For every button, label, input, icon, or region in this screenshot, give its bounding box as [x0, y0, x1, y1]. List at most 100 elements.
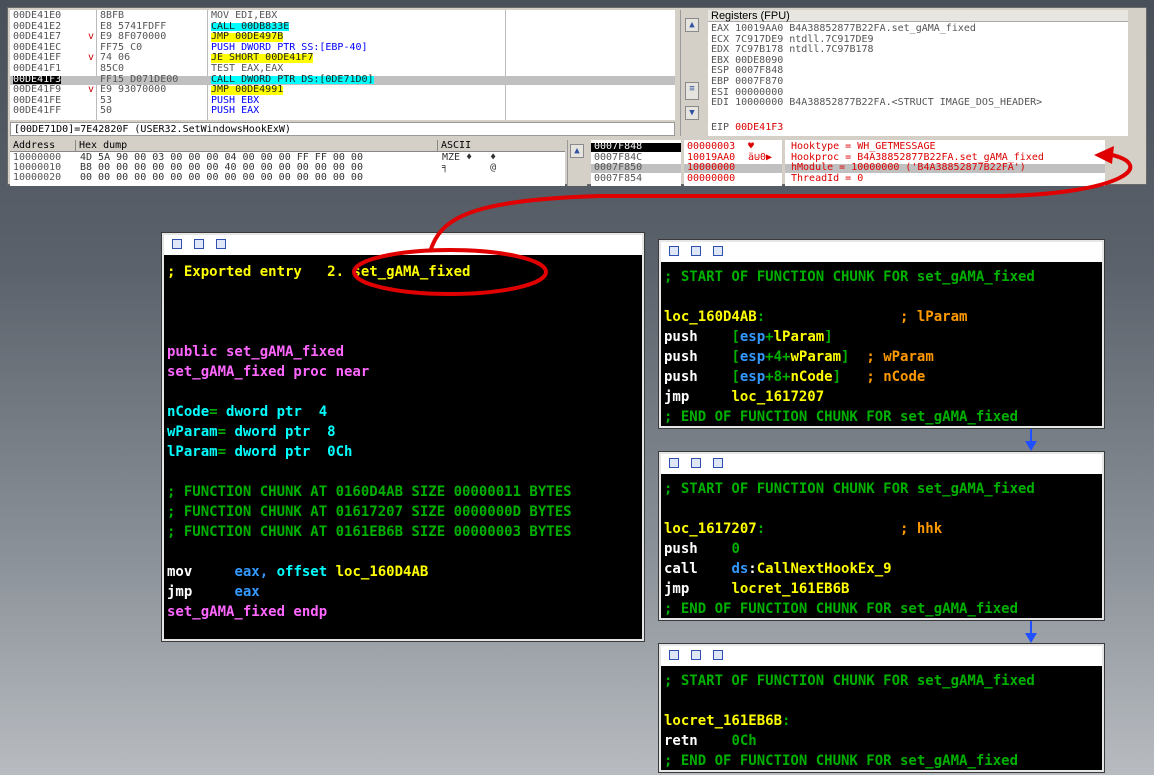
stack-address[interactable]: 0007F848: [591, 142, 681, 152]
register-row[interactable]: EDX 7C97B178 ntdll.7C97B178: [708, 45, 1128, 55]
ida-main-function-block[interactable]: ; Exported entry 2. set_gAMA_fixedpublic…: [161, 232, 645, 642]
disasm-instruction: PUSH EBX: [211, 94, 260, 106]
hexdump-col-hex[interactable]: Hex dump: [76, 140, 438, 152]
code-line[interactable]: ; FUNCTION CHUNK AT 01617207 SIZE 000000…: [167, 502, 572, 522]
graph-group-icon[interactable]: [713, 650, 723, 660]
code-line[interactable]: ; END OF FUNCTION CHUNK FOR set_gAMA_fix…: [664, 599, 1018, 619]
stack-value[interactable]: 00000000: [684, 174, 782, 184]
stack-comment-column[interactable]: Hooktype = WH_GETMESSAGE Hookproc = B4A38…: [785, 140, 1105, 186]
scroll-down-icon[interactable]: ▼: [685, 106, 699, 120]
graph-zoom-icon[interactable]: [194, 239, 204, 249]
graph-color-icon[interactable]: [172, 239, 182, 249]
graph-color-icon[interactable]: [669, 650, 679, 660]
code-line[interactable]: jmp loc_1617207: [664, 387, 824, 407]
registers-pane[interactable]: Registers (FPU) EAX 10019AA0 B4A38852877…: [708, 10, 1128, 136]
code-token: set_gAMA_fixed endp: [167, 604, 328, 620]
code-token: ; FUNCTION CHUNK AT 0160D4AB SIZE 000000…: [167, 484, 572, 500]
hexdump-scrollbar[interactable]: ▲: [567, 140, 587, 186]
disasm-address: 00DE41FE: [13, 94, 62, 106]
graph-color-icon[interactable]: [669, 246, 679, 256]
ida-chunk-block-2[interactable]: ; START OF FUNCTION CHUNK FOR set_gAMA_f…: [658, 451, 1105, 621]
register-eip-row[interactable]: EIP 00DE41F3: [708, 123, 1128, 133]
stack-value-column[interactable]: 00000003 ♥ 10019AA0 ä⊍0▶ 10000000 00000000: [684, 140, 782, 186]
stack-comment[interactable]: ThreadId = 0: [785, 173, 1105, 184]
code-line[interactable]: loc_1617207: ; hhk: [664, 519, 942, 539]
code-line[interactable]: ; START OF FUNCTION CHUNK FOR set_gAMA_f…: [664, 671, 1035, 691]
disasm-row[interactable]: 00DE41FF 50 PUSH EAX: [10, 105, 675, 117]
code-token: ; lParam: [900, 309, 968, 325]
code-line[interactable]: ; START OF FUNCTION CHUNK FOR set_gAMA_f…: [664, 267, 1035, 287]
code-token: 0: [731, 541, 740, 557]
disasm-scrollbar[interactable]: ▲ ≡ ▼: [680, 10, 702, 136]
code-line[interactable]: wParam= dword ptr 8: [167, 422, 336, 442]
scroll-up-icon[interactable]: ▲: [685, 18, 699, 32]
code-line[interactable]: public set_gAMA_fixed: [167, 342, 344, 362]
code-line[interactable]: call ds:CallNextHookEx_9: [664, 559, 892, 579]
stack-address[interactable]: 0007F850: [591, 163, 681, 174]
code-line[interactable]: ; FUNCTION CHUNK AT 0160D4AB SIZE 000000…: [167, 482, 572, 502]
disasm-row[interactable]: 00DE41E7 v E9 8F070000 JMP 00DE497B: [10, 32, 675, 42]
graph-group-icon[interactable]: [713, 246, 723, 256]
disasm-address: 00DE41F9: [13, 84, 62, 96]
stack-address[interactable]: 0007F854: [591, 173, 681, 184]
code-line[interactable]: push [esp+4+wParam] ; wParam: [664, 347, 934, 367]
stack-value-text: 10019AA0: [687, 151, 736, 163]
scroll-thumb[interactable]: ≡: [685, 82, 699, 100]
code-line[interactable]: ; START OF FUNCTION CHUNK FOR set_gAMA_f…: [664, 479, 1035, 499]
disasm-row[interactable]: 00DE41E0 8BFB MOV EDI,EBX: [10, 11, 675, 21]
code-token: esp: [739, 329, 766, 345]
code-token: push: [664, 349, 732, 365]
code-line[interactable]: locret_161EB6B:: [664, 711, 790, 731]
ida-chunk-block-3[interactable]: ; START OF FUNCTION CHUNK FOR set_gAMA_f…: [658, 643, 1105, 773]
code-line[interactable]: jmp locret_161EB6B: [664, 579, 849, 599]
scroll-up-icon[interactable]: ▲: [570, 144, 584, 158]
hexdump-row[interactable]: 10000020 00 00 00 00 00 00 00 00 00 00 00…: [10, 173, 565, 183]
code-line[interactable]: nCode= dword ptr 4: [167, 402, 327, 422]
graph-zoom-icon[interactable]: [691, 246, 701, 256]
code-line[interactable]: push 0: [664, 539, 740, 559]
graph-group-icon[interactable]: [713, 458, 723, 468]
graph-color-icon[interactable]: [669, 458, 679, 468]
code-token: dword ptr 0Ch: [234, 444, 353, 460]
stack-value[interactable]: 00000003 ♥: [684, 142, 782, 152]
code-line[interactable]: ; FUNCTION CHUNK AT 0161EB6B SIZE 000000…: [167, 522, 572, 542]
ida-chunk-block-1[interactable]: ; START OF FUNCTION CHUNK FOR set_gAMA_f…: [658, 239, 1105, 429]
hexdump-pane[interactable]: Address Hex dump ASCII 10000000 4D 5A 90 …: [10, 140, 565, 186]
code-line[interactable]: loc_160D4AB: ; lParam: [664, 307, 967, 327]
code-line[interactable]: push [esp+8+nCode] ; nCode: [664, 367, 925, 387]
disasm-row[interactable]: 00DE41F1 85C0 TEST EAX,EAX: [10, 63, 675, 74]
code-line[interactable]: retn 0Ch: [664, 731, 757, 751]
code-line[interactable]: ; Exported entry 2. set_gAMA_fixed: [167, 262, 470, 282]
code-line[interactable]: jmp eax: [167, 582, 260, 602]
stack-comment[interactable]: Hooktype = WH_GETMESSAGE: [785, 142, 1105, 152]
code-line[interactable]: push [esp+lParam]: [664, 327, 833, 347]
graph-zoom-icon[interactable]: [691, 458, 701, 468]
register-row[interactable]: EAX 10019AA0 B4A38852877B22FA.set_gAMA_f…: [708, 24, 1128, 34]
block-toolbar: [661, 242, 1102, 262]
code-line[interactable]: ; END OF FUNCTION CHUNK FOR set_gAMA_fix…: [664, 407, 1018, 427]
code-token: :: [782, 713, 791, 729]
stack-comment[interactable]: hModule = 10000000 ('B4A38852877B22FA'): [785, 163, 1105, 174]
hexdump-col-address[interactable]: Address: [10, 140, 76, 152]
code-line[interactable]: mov eax, offset loc_160D4AB: [167, 562, 428, 582]
code-line[interactable]: ; END OF FUNCTION CHUNK FOR set_gAMA_fix…: [664, 751, 1018, 771]
register-row[interactable]: EBP 0007F870: [708, 77, 1128, 87]
code-line[interactable]: set_gAMA_fixed proc near: [167, 362, 369, 382]
graph-zoom-icon[interactable]: [691, 650, 701, 660]
code-token: esp: [739, 369, 766, 385]
code-token: push: [664, 369, 732, 385]
graph-group-icon[interactable]: [216, 239, 226, 249]
code-line[interactable]: set_gAMA_fixed endp: [167, 602, 327, 622]
register-row[interactable]: EDI 10000000 B4A38852877B22FA.<STRUCT IM…: [708, 98, 1128, 108]
stack-address-column[interactable]: 0007F848 0007F84C 0007F850 0007F854: [591, 140, 681, 186]
code-token: retn: [664, 733, 732, 749]
code-token: +8+: [765, 369, 791, 385]
stack-value[interactable]: 10000000: [684, 163, 782, 174]
chunk3-code: ; START OF FUNCTION CHUNK FOR set_gAMA_f…: [664, 671, 1103, 771]
disasm-bytes: 85C0: [100, 63, 125, 74]
disasm-address: 00DE41FF: [13, 105, 62, 117]
disasm-row[interactable]: 00DE41F9 v E9 93070000 JMP 00DE4991: [10, 84, 675, 96]
hexdump-col-ascii[interactable]: ASCII: [438, 140, 565, 152]
disassembly-pane[interactable]: 00DE41E0 8BFB MOV EDI,EBX 00DE41E2 E8 5741FD…: [10, 10, 675, 120]
code-line[interactable]: lParam= dword ptr 0Ch: [167, 442, 352, 462]
